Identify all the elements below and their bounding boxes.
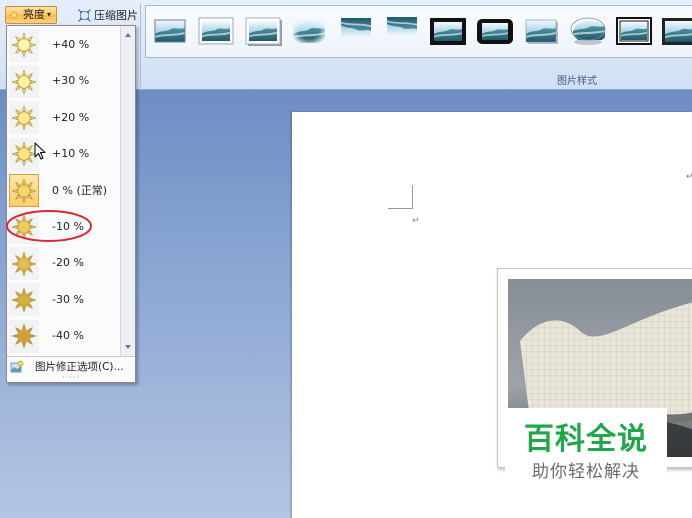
sun-icon [9, 247, 39, 281]
watermark-title: 百科全说 [524, 422, 648, 457]
picture-style-perspective-icon[interactable] [337, 15, 375, 47]
picture-style-simple-frame-icon[interactable] [151, 15, 189, 47]
picture-style-reflected-icon[interactable] [383, 15, 421, 47]
arrow-up-icon [125, 33, 131, 37]
resize-grip[interactable]: ····· [7, 374, 135, 382]
picture-style-drop-shadow-icon[interactable] [522, 15, 560, 47]
paragraph-mark: ↵ [686, 172, 692, 182]
sun-icon [9, 28, 39, 62]
compress-pictures-icon [78, 9, 91, 22]
brightness-dropdown: +40 % +30 % +20 % +10 % 0 % (正常) -10 % -… [6, 25, 136, 383]
picture-style-black-rounded-frame-icon[interactable] [476, 15, 514, 47]
watermark-logo: 百科全说 助你轻松解决 [505, 408, 667, 492]
paragraph-mark: ↵ [412, 216, 420, 226]
dropdown-scrollbar[interactable] [120, 26, 135, 356]
brightness-option-normal[interactable]: 0 % (正常) [7, 173, 120, 209]
scroll-up-button[interactable] [121, 27, 135, 43]
picture-style-white-frame-icon[interactable] [197, 15, 235, 47]
brightness-option-label: -30 % [52, 292, 84, 306]
brightness-option-label: +20 % [52, 110, 90, 124]
brightness-option-label: -40 % [52, 329, 84, 343]
chevron-down-icon: ▾ [47, 10, 52, 19]
brightness-option-minus-20[interactable]: -20 % [7, 245, 120, 281]
brightness-option-minus-40[interactable]: -40 % [7, 318, 120, 354]
brightness-option-plus-10[interactable]: +10 % [7, 136, 120, 172]
brightness-option-minus-30[interactable]: -30 % [7, 282, 120, 318]
watermark-subtitle: 助你轻松解决 [532, 462, 640, 482]
picture-style-white-frame-shadow-icon[interactable] [244, 15, 282, 47]
compress-pictures-button[interactable]: 压缩图片 [78, 7, 138, 24]
brightness-option-label: -20 % [52, 256, 84, 270]
document-page[interactable]: ↵ ↵ 百科全说 助你轻松解决 [292, 112, 692, 518]
arrow-down-icon [125, 345, 131, 349]
brightness-option-label: +10 % [52, 147, 90, 161]
brightness-button-label: 亮度 [23, 8, 45, 21]
picture-styles-group-label: 图片样式 [557, 76, 597, 87]
picture-style-double-black-frame-icon[interactable] [615, 15, 653, 47]
brightness-option-plus-30[interactable]: +30 % [7, 63, 120, 99]
picture-corrections-icon [10, 360, 24, 373]
picture-style-black-frame-icon[interactable] [661, 15, 692, 47]
red-annotation-circle [6, 210, 92, 242]
scroll-down-button[interactable] [121, 339, 135, 355]
sun-icon [9, 319, 39, 353]
menu-divider [7, 356, 135, 357]
brightness-options-list: +40 % +30 % +20 % +10 % 0 % (正常) -10 % -… [7, 26, 120, 356]
picture-style-oval-icon[interactable] [569, 15, 607, 47]
sun-icon [9, 65, 39, 99]
sun-icon [9, 174, 39, 208]
brightness-button[interactable]: 亮度 ▾ [5, 6, 57, 24]
text-boundary-corner [412, 185, 413, 209]
picture-styles-gallery[interactable] [145, 5, 692, 58]
picture-style-thick-black-frame-icon[interactable] [429, 15, 467, 47]
sun-icon [9, 283, 39, 317]
brightness-icon [9, 10, 19, 20]
brightness-option-plus-20[interactable]: +20 % [7, 100, 120, 136]
compress-pictures-label: 压缩图片 [94, 9, 138, 22]
mouse-cursor-icon [34, 142, 46, 160]
sun-icon [9, 101, 39, 135]
picture-style-soft-edge-icon[interactable] [290, 15, 328, 47]
brightness-option-plus-40[interactable]: +40 % [7, 27, 120, 63]
brightness-option-label: 0 % (正常) [52, 183, 108, 197]
brightness-option-label: +40 % [52, 38, 90, 51]
text-boundary-corner [388, 208, 413, 209]
group-separator [140, 3, 141, 87]
brightness-option-label: +30 % [52, 74, 90, 88]
